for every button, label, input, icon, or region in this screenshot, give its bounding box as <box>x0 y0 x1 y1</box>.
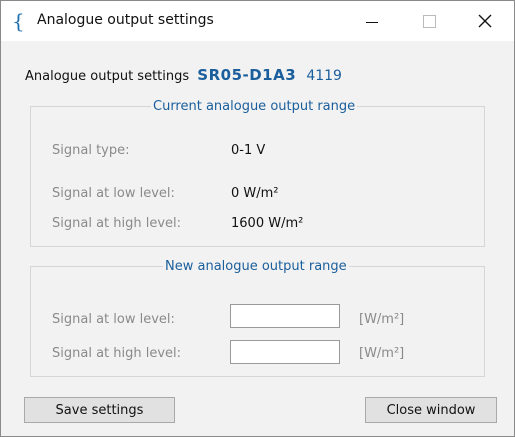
model-name: SR05-D1A3 <box>197 66 297 84</box>
signal-type-label: Signal type: <box>52 143 130 158</box>
serial-number: 4119 <box>306 68 342 84</box>
title-bar[interactable]: { Analogue output settings <box>1 1 514 41</box>
device-header: Analogue output settings SR05-D1A3 4119 <box>25 66 342 84</box>
new-low-label: Signal at low level: <box>52 312 175 327</box>
dialog-window: { Analogue output settings Analogue outp… <box>0 0 515 437</box>
new-high-unit: [W/m²] <box>359 346 405 361</box>
maximize-icon <box>423 15 436 28</box>
window-controls <box>344 1 514 41</box>
close-window-button[interactable]: Close window <box>365 397 497 423</box>
save-settings-button[interactable]: Save settings <box>24 397 175 423</box>
close-title-button[interactable] <box>457 1 513 41</box>
current-range-legend: Current analogue output range <box>153 99 356 114</box>
low-level-input[interactable] <box>230 304 340 328</box>
window-title: Analogue output settings <box>37 12 214 28</box>
new-low-unit: [W/m²] <box>359 312 405 327</box>
current-high-label: Signal at high level: <box>52 216 182 231</box>
new-high-label: Signal at high level: <box>52 346 182 361</box>
header-label: Analogue output settings <box>25 69 190 84</box>
minimize-button[interactable] <box>344 1 400 41</box>
new-range-legend: New analogue output range <box>165 259 347 274</box>
current-high-value: 1600 W/m² <box>231 216 304 231</box>
high-level-input[interactable] <box>230 340 340 364</box>
maximize-button <box>401 1 457 41</box>
brace-logo-icon: { <box>12 9 25 33</box>
current-low-label: Signal at low level: <box>52 186 175 201</box>
signal-type-value: 0-1 V <box>231 143 266 158</box>
current-low-value: 0 W/m² <box>231 186 279 201</box>
minimize-icon <box>366 22 378 23</box>
close-icon <box>478 14 492 28</box>
